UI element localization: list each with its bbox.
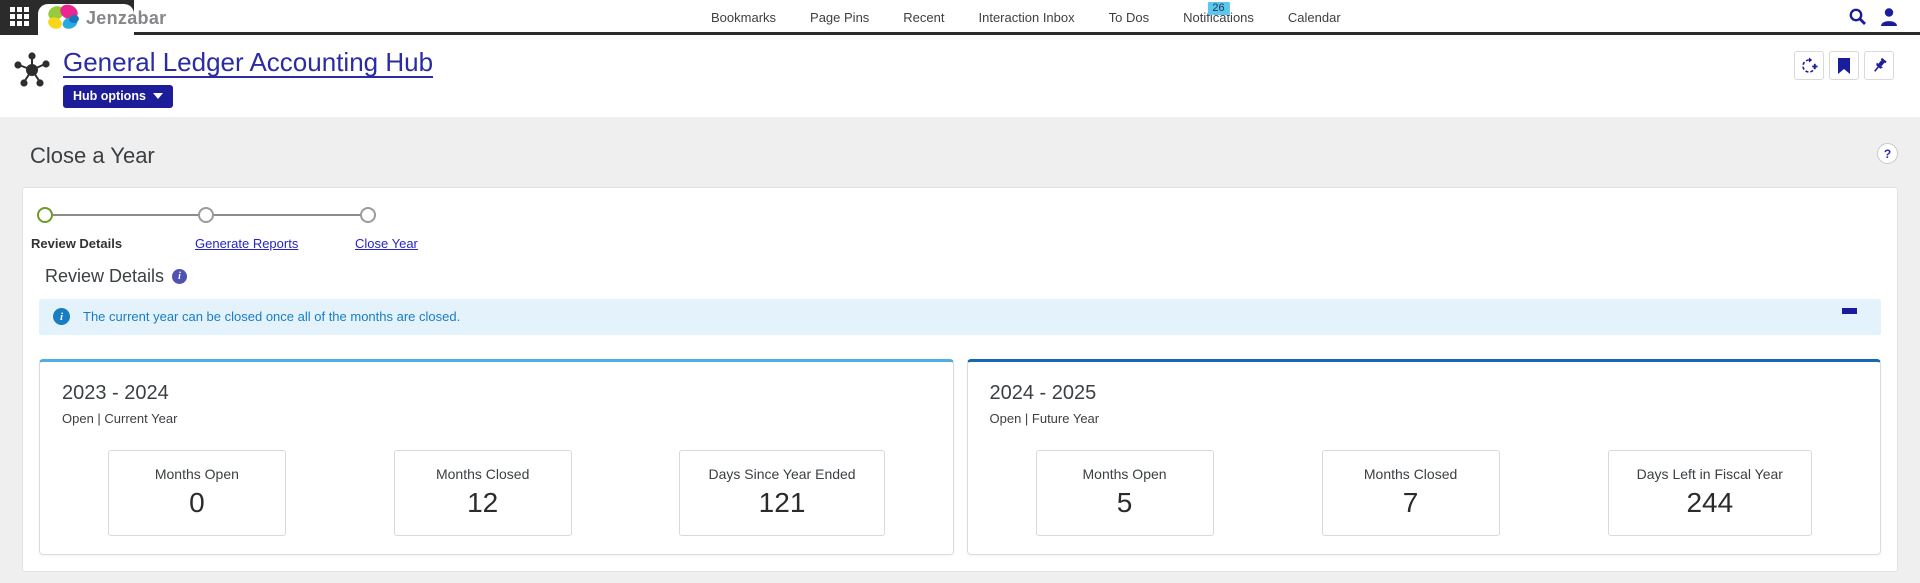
logo-wordmark: Jenzabar bbox=[86, 8, 166, 29]
jenzabar-logo[interactable]: Jenzabar bbox=[46, 1, 166, 35]
hub-action-buttons bbox=[1794, 51, 1894, 80]
card-stats-row: Months Open 5 Months Closed 7 Days Left … bbox=[982, 450, 1867, 536]
stat-months-closed: Months Closed 12 bbox=[394, 450, 572, 536]
fiscal-year-card-current: 2023 - 2024 Open | Current Year Months O… bbox=[39, 359, 954, 555]
alert-info-icon: i bbox=[53, 308, 70, 325]
menu-item-bookmarks[interactable]: Bookmarks bbox=[694, 0, 793, 32]
step-label-generate-reports: Generate Reports bbox=[195, 236, 298, 251]
hub-network-icon bbox=[12, 49, 52, 91]
step-label-review-details: Review Details bbox=[31, 236, 122, 251]
fiscal-year-card-future: 2024 - 2025 Open | Future Year Months Op… bbox=[967, 359, 1882, 555]
stat-days-left-in-fiscal-year: Days Left in Fiscal Year 244 bbox=[1608, 450, 1812, 536]
app-launcher-button[interactable] bbox=[0, 0, 38, 32]
menu-item-to-dos[interactable]: To Dos bbox=[1092, 0, 1166, 32]
notifications-count-badge: 26 bbox=[1207, 2, 1229, 15]
info-alert: i The current year can be closed once al… bbox=[39, 299, 1881, 335]
pin-page-button[interactable] bbox=[1864, 51, 1894, 80]
page-section-title: Close a Year bbox=[30, 143, 155, 169]
card-year-status: Open | Future Year bbox=[990, 411, 1867, 426]
question-mark-icon: ? bbox=[1884, 147, 1891, 161]
stepper-connector bbox=[45, 214, 207, 216]
step-circle-close-year[interactable] bbox=[360, 207, 376, 223]
card-year-title: 2023 - 2024 bbox=[62, 382, 939, 405]
card-year-status: Open | Current Year bbox=[62, 411, 939, 426]
menu-item-page-pins[interactable]: Page Pins bbox=[793, 0, 886, 32]
navbar-right-icons bbox=[1848, 0, 1898, 32]
stat-months-closed: Months Closed 7 bbox=[1322, 450, 1500, 536]
card-year-title: 2024 - 2025 bbox=[990, 382, 1867, 405]
close-year-panel: Review Details Generate Reports Close Ye… bbox=[22, 187, 1898, 572]
section-title: Review Details bbox=[45, 266, 164, 287]
main-menu: Bookmarks Page Pins Recent Interaction I… bbox=[694, 0, 1358, 32]
card-stats-row: Months Open 0 Months Closed 12 Days Sinc… bbox=[54, 450, 939, 536]
share-page-button[interactable] bbox=[1794, 51, 1824, 80]
circle-arrow-plus-icon bbox=[1800, 57, 1818, 75]
stat-months-open: Months Open 0 bbox=[108, 450, 286, 536]
user-profile-icon[interactable] bbox=[1880, 7, 1898, 26]
alert-message: The current year can be closed once all … bbox=[83, 309, 460, 324]
stat-months-open: Months Open 5 bbox=[1036, 450, 1214, 536]
help-button[interactable]: ? bbox=[1877, 143, 1898, 164]
top-navbar: Jenzabar Bookmarks Page Pins Recent Inte… bbox=[0, 0, 1920, 35]
fiscal-year-cards: 2023 - 2024 Open | Current Year Months O… bbox=[39, 359, 1881, 555]
stat-days-since-year-ended: Days Since Year Ended 121 bbox=[679, 450, 884, 536]
review-details-section-header: Review Details i bbox=[45, 266, 1881, 287]
hub-header: General Ledger Accounting Hub Hub option… bbox=[0, 35, 1920, 117]
menu-item-notifications[interactable]: 26 Notifications bbox=[1166, 0, 1271, 32]
apps-grid-icon bbox=[10, 7, 29, 26]
step-label-close-year: Close Year bbox=[355, 236, 418, 251]
chevron-down-icon bbox=[153, 93, 163, 99]
wizard-stepper: Review Details Generate Reports Close Ye… bbox=[37, 204, 1881, 260]
stepper-connector bbox=[207, 214, 369, 216]
page-title-link[interactable]: General Ledger Accounting Hub bbox=[63, 47, 433, 78]
bookmark-icon bbox=[1837, 58, 1851, 74]
step-circle-review-details[interactable] bbox=[37, 207, 53, 223]
butterfly-logo-icon bbox=[46, 3, 80, 33]
menu-item-calendar[interactable]: Calendar bbox=[1271, 0, 1358, 32]
menu-item-interaction-inbox[interactable]: Interaction Inbox bbox=[962, 0, 1092, 32]
hub-options-button[interactable]: Hub options bbox=[63, 85, 173, 108]
search-icon[interactable] bbox=[1848, 7, 1867, 26]
info-icon[interactable]: i bbox=[172, 269, 187, 284]
close-a-year-page: Close a Year ? Review Details Generate R… bbox=[0, 117, 1920, 583]
menu-item-recent[interactable]: Recent bbox=[886, 0, 961, 32]
collapse-section-icon[interactable] bbox=[1842, 308, 1857, 314]
step-circle-generate-reports[interactable] bbox=[198, 207, 214, 223]
bookmark-page-button[interactable] bbox=[1829, 51, 1859, 80]
pushpin-icon bbox=[1871, 57, 1888, 74]
